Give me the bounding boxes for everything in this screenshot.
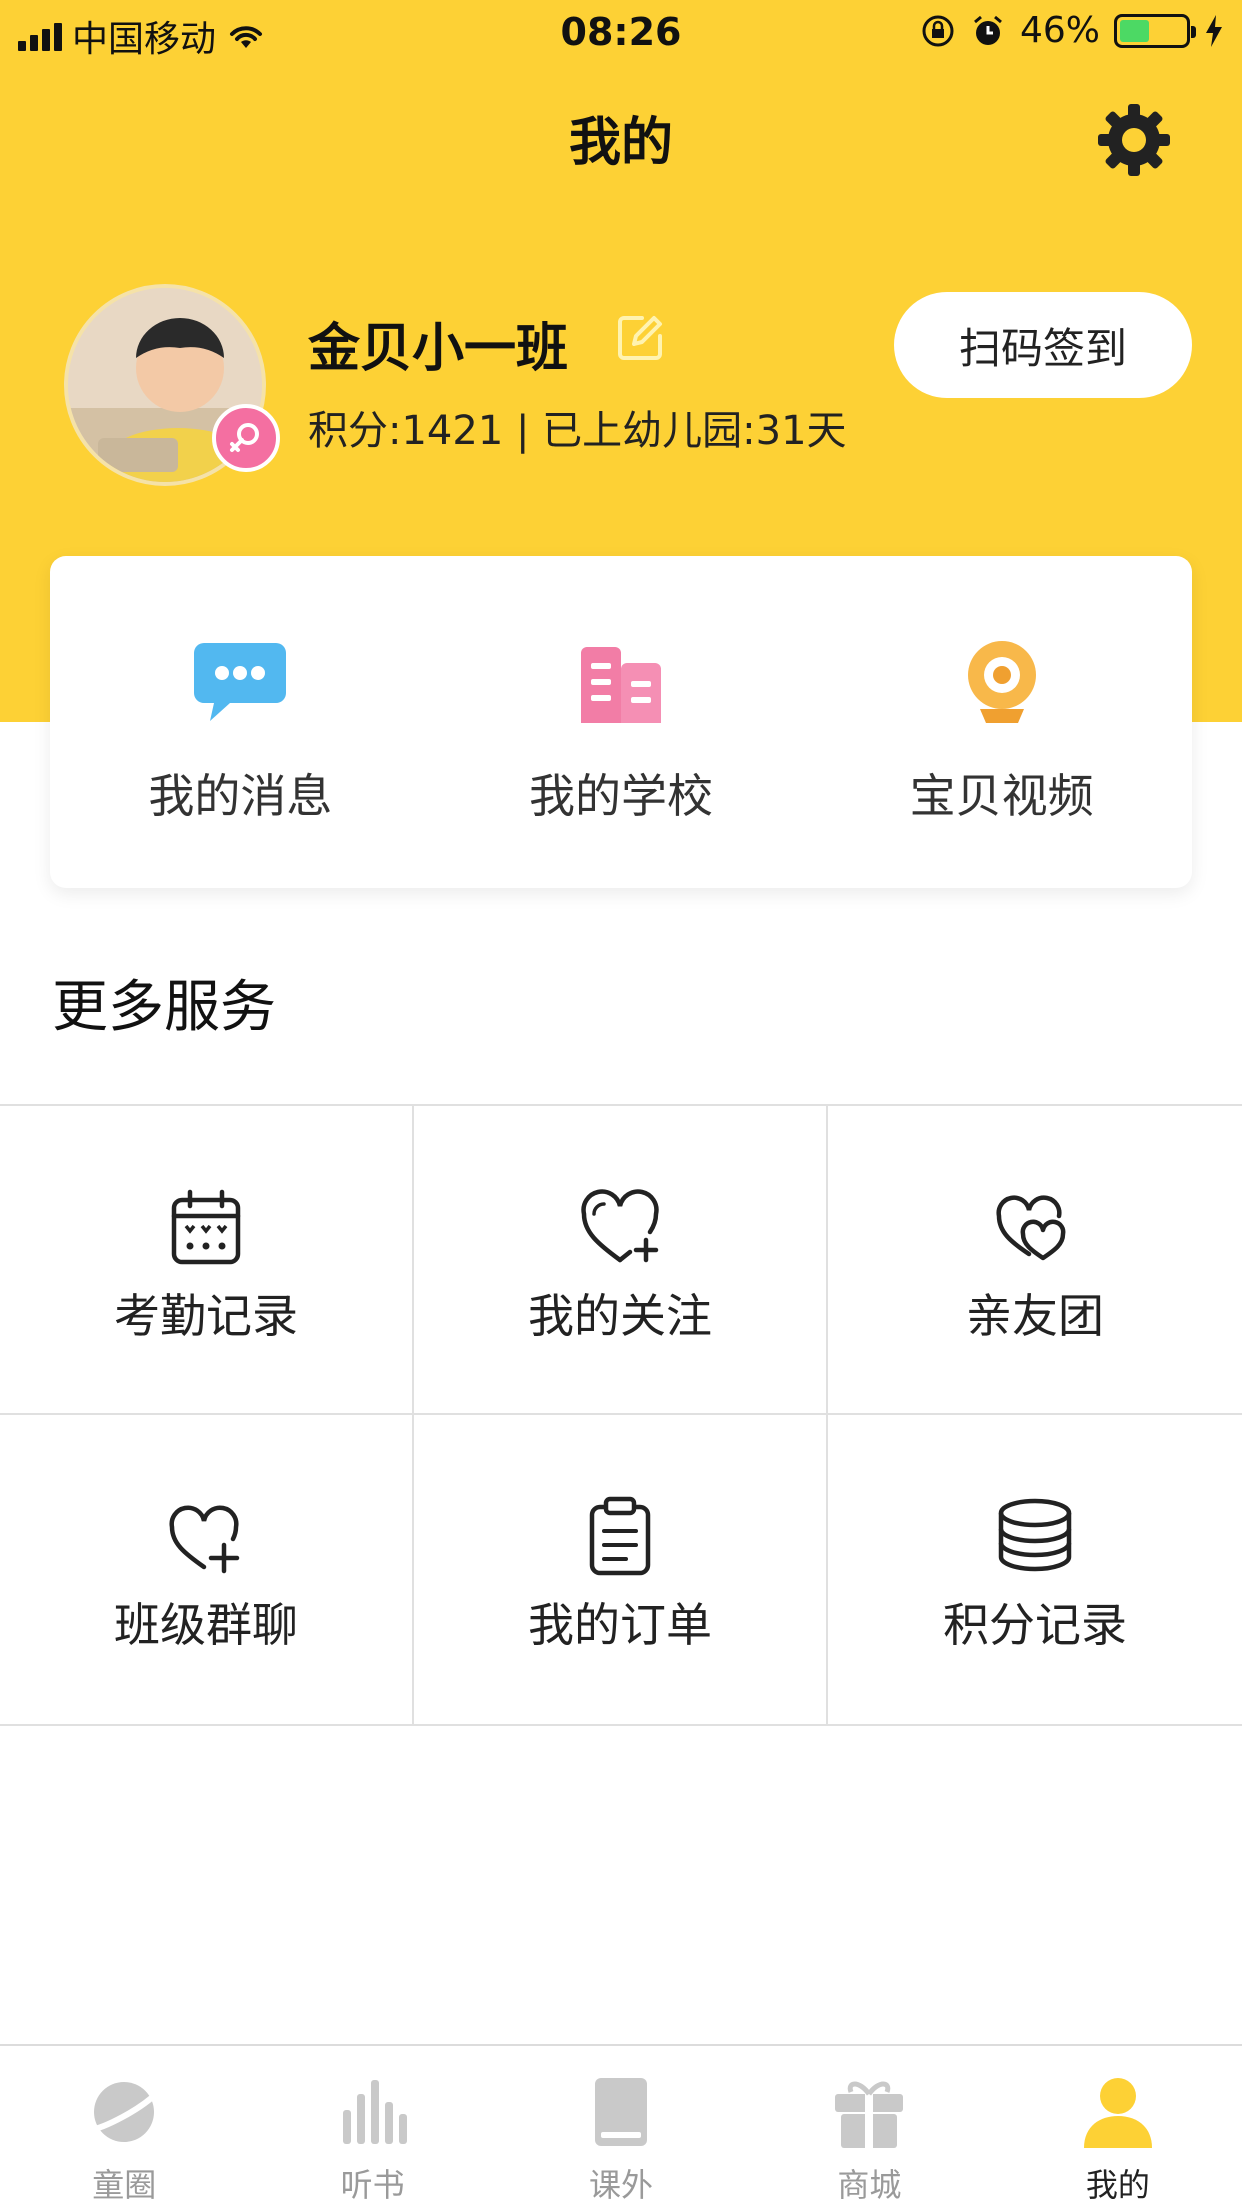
rotation-lock-icon — [922, 15, 954, 46]
tab-mine[interactable]: 我的 — [994, 2046, 1242, 2208]
camera-icon — [947, 634, 1057, 730]
person-icon — [1083, 2078, 1152, 2148]
clipboard-icon — [589, 1496, 651, 1576]
alarm-icon — [974, 15, 1002, 45]
service-label: 班级群聊 — [114, 1598, 298, 1652]
heart-add-icon — [169, 1505, 240, 1574]
tab-label: 我的 — [1085, 2166, 1150, 2204]
tab-label: 课外 — [589, 2166, 654, 2204]
tab-tongquan[interactable]: 童圈 — [0, 2046, 248, 2208]
message-bubble-icon — [185, 634, 295, 730]
service-label: 我的关注 — [528, 1289, 712, 1343]
edit-icon — [618, 316, 662, 360]
calendar-icon — [171, 1189, 241, 1265]
quick-item-label: 宝贝视频 — [909, 769, 1094, 823]
services-grid: 考勤记录 我的关注 亲友团 班级群聊 我的订单 积分记录 — [0, 1104, 1242, 1726]
tab-audiobook[interactable]: 听书 — [248, 2046, 496, 2208]
service-class-chat[interactable]: 班级群聊 — [0, 1415, 414, 1724]
service-following[interactable]: 我的关注 — [414, 1106, 828, 1415]
quick-item-messages[interactable]: 我的消息 — [50, 556, 431, 888]
gift-icon — [835, 2081, 904, 2148]
tab-label: 商城 — [837, 2166, 902, 2204]
gear-icon — [1098, 104, 1170, 176]
service-orders[interactable]: 我的订单 — [414, 1415, 828, 1724]
battery-icon — [1114, 13, 1196, 48]
service-points-history[interactable]: 积分记录 — [828, 1415, 1242, 1724]
tab-label: 童圈 — [92, 2166, 157, 2204]
profile-name: 金贝小一班 — [308, 319, 569, 379]
quick-item-baby-video[interactable]: 宝贝视频 — [811, 556, 1192, 888]
quick-actions-card: 我的消息 我的学校 宝贝视频 — [50, 556, 1192, 888]
female-symbol-icon — [230, 423, 259, 452]
service-attendance[interactable]: 考勤记录 — [0, 1106, 414, 1415]
female-badge — [212, 404, 280, 472]
status-bar: 中国移动 08:26 46% — [0, 0, 1242, 66]
school-building-icon — [566, 634, 676, 730]
edit-name-button[interactable] — [612, 310, 668, 366]
double-heart-icon — [996, 1195, 1066, 1261]
book-icon — [595, 2078, 648, 2146]
service-label: 亲友团 — [966, 1289, 1104, 1343]
bottom-tab-bar: 童圈 听书 课外 商城 我的 — [0, 2044, 1242, 2208]
battery-percent: 46% — [1019, 10, 1100, 51]
service-label: 我的订单 — [528, 1598, 712, 1652]
audio-bars-icon — [342, 2080, 407, 2144]
heart-plus-icon — [581, 1189, 659, 1263]
planet-icon — [87, 2082, 162, 2142]
tab-extracurricular[interactable]: 课外 — [497, 2046, 745, 2208]
service-label: 积分记录 — [943, 1598, 1127, 1652]
service-family-group[interactable]: 亲友团 — [828, 1106, 1242, 1415]
service-label: 考勤记录 — [114, 1289, 298, 1343]
settings-button[interactable] — [1094, 100, 1174, 180]
page-title: 我的 — [568, 113, 673, 173]
tab-label: 听书 — [340, 2166, 405, 2204]
charging-bolt-icon — [1206, 14, 1222, 47]
quick-item-label: 我的消息 — [148, 769, 333, 823]
scan-checkin-button[interactable]: 扫码签到 — [894, 292, 1192, 398]
coin-stack-icon — [998, 1498, 1072, 1572]
more-services-title: 更多服务 — [52, 975, 276, 1040]
quick-item-label: 我的学校 — [529, 769, 713, 823]
profile-stats: 积分:1421 | 已上幼儿园:31天 — [308, 408, 847, 454]
tab-shop[interactable]: 商城 — [745, 2046, 993, 2208]
quick-item-school[interactable]: 我的学校 — [431, 556, 812, 888]
